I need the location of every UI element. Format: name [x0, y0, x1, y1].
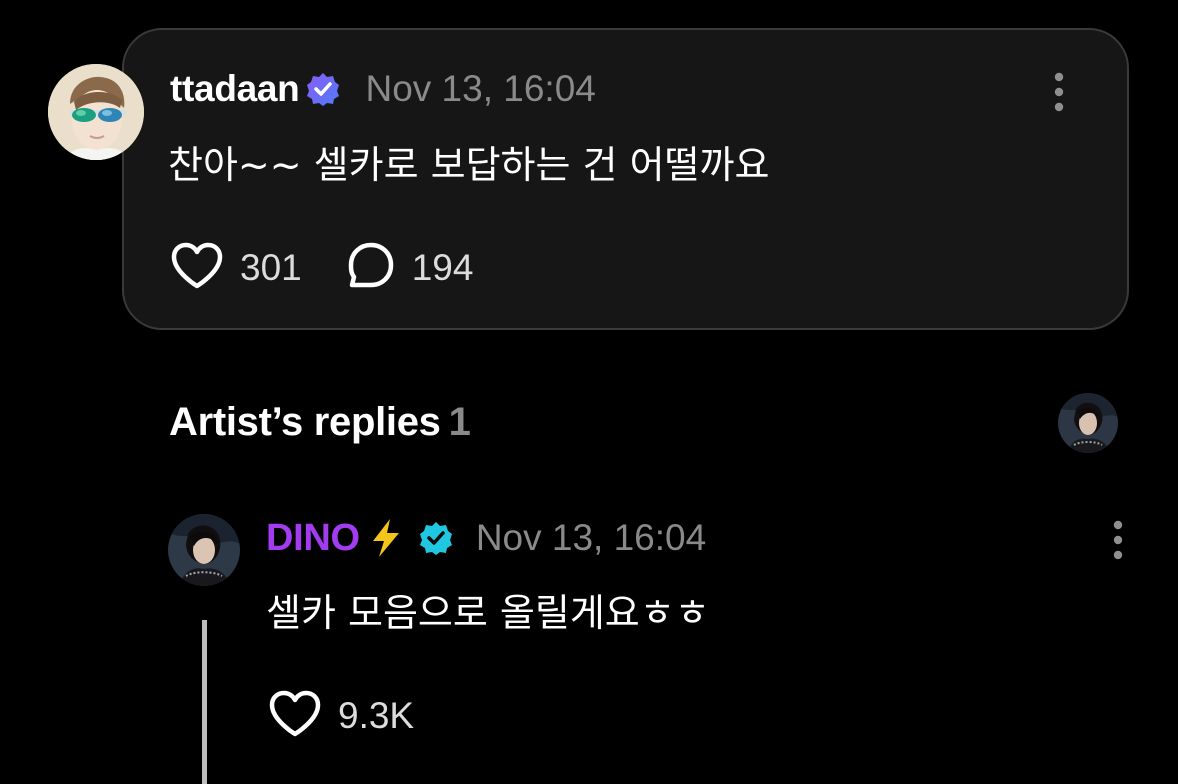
- thread-line: [202, 620, 207, 784]
- reply-author-row: DINO Nov 13, 16:04: [266, 514, 706, 562]
- artist-replies-count: 1: [448, 400, 471, 444]
- reply-timestamp: Nov 13, 16:04: [475, 517, 707, 558]
- artist-avatar[interactable]: [168, 514, 240, 586]
- reply-like-count: 9.3K: [338, 695, 415, 736]
- artist-avatar-small[interactable]: [1058, 393, 1118, 453]
- comment-more-icon[interactable]: [1054, 72, 1064, 112]
- artist-replies-heading: Artist’s replies 1: [169, 400, 471, 445]
- comment-author-row: ttadaan Nov 13, 16:04: [170, 66, 596, 112]
- comment-text: 찬아~~ 셀카로 보답하는 건 어떨까요: [168, 143, 770, 187]
- reply-like-button[interactable]: 9.3K: [268, 690, 414, 743]
- artist-name[interactable]: DINO: [266, 517, 360, 560]
- comment-actions: 301 194: [170, 242, 473, 294]
- heart-icon: [268, 690, 322, 743]
- like-button[interactable]: 301: [170, 242, 302, 295]
- lightning-bolt-icon: [368, 518, 404, 558]
- reply-more-icon[interactable]: [1113, 520, 1123, 560]
- commenter-avatar[interactable]: [48, 64, 144, 160]
- speech-bubble-icon: [346, 241, 396, 296]
- comment-timestamp: Nov 13, 16:04: [365, 68, 596, 109]
- like-count: 301: [240, 247, 302, 288]
- verified-badge-icon: [305, 71, 341, 107]
- reply-actions: 9.3K: [268, 690, 414, 742]
- commenter-username[interactable]: ttadaan: [170, 68, 300, 110]
- reply-button[interactable]: 194: [346, 241, 474, 296]
- heart-icon: [170, 242, 224, 295]
- artist-replies-title: Artist’s replies: [169, 400, 441, 444]
- reply-text: 셀카 모음으로 올릴게요ㅎㅎ: [266, 591, 710, 635]
- verified-artist-badge-icon: [418, 520, 454, 556]
- reply-count: 194: [411, 247, 474, 288]
